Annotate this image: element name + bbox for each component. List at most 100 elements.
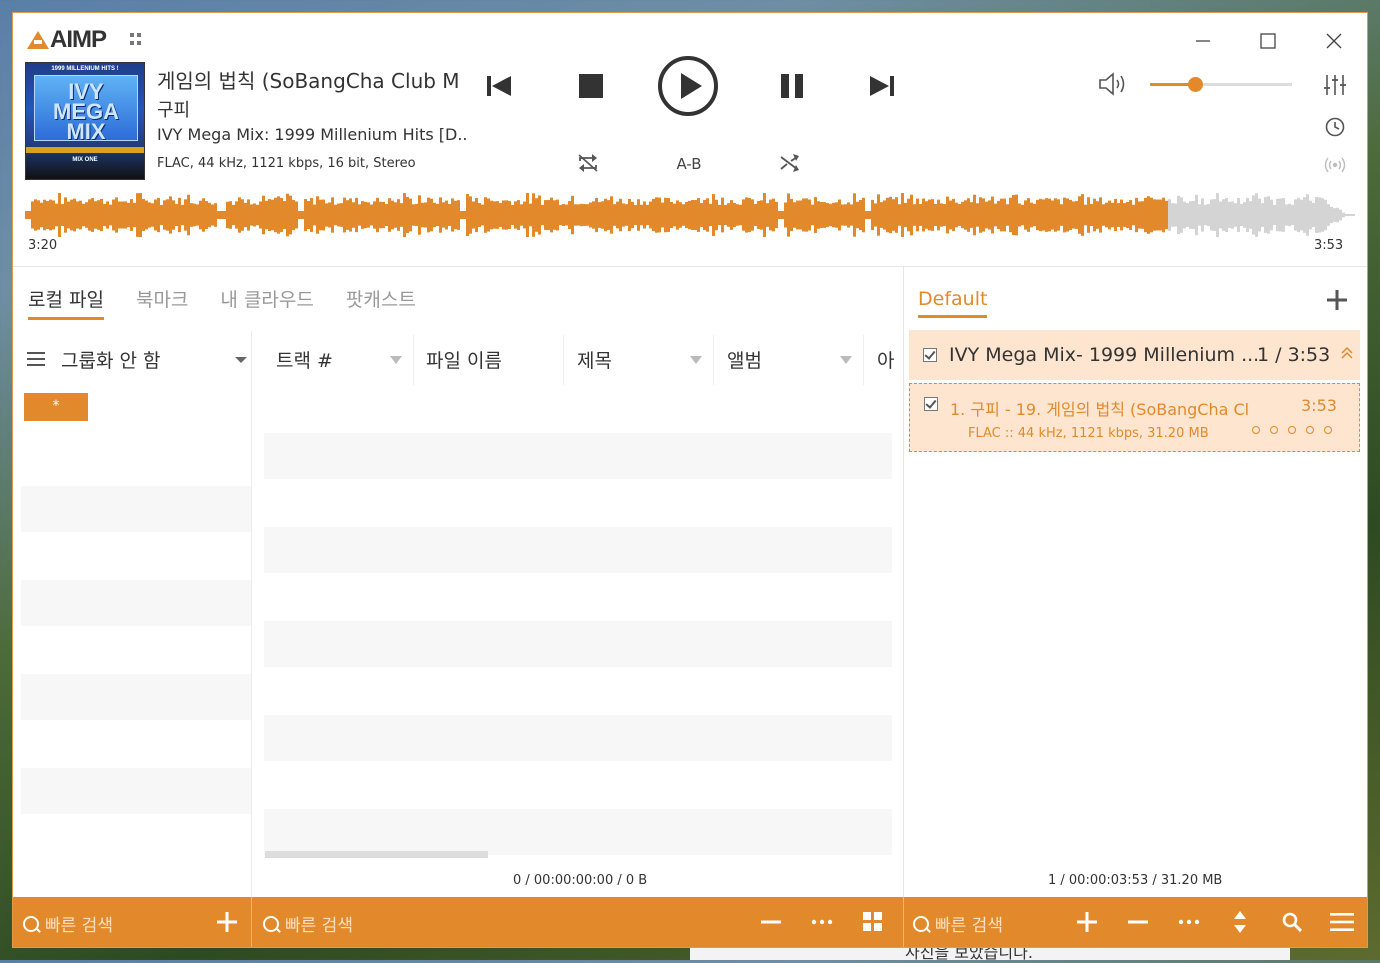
ab-repeat-button[interactable]: A-B	[669, 153, 709, 175]
more-button[interactable]	[810, 910, 834, 934]
toolbar-divider	[251, 897, 252, 947]
waveform-bar	[280, 197, 283, 233]
waveform-bar	[115, 197, 118, 233]
tab-bookmarks[interactable]: 북마크	[136, 285, 188, 320]
volume-button[interactable]	[1098, 71, 1130, 99]
waveform-bar	[784, 202, 787, 228]
waveform-bar	[958, 204, 961, 226]
playlist-more-button[interactable]	[1177, 910, 1201, 934]
equalizer-button[interactable]	[1323, 73, 1347, 97]
view-mode-button[interactable]	[861, 910, 885, 934]
waveform-bar	[1003, 198, 1006, 232]
playlist-search[interactable]: 빠른 검색	[913, 911, 1003, 936]
collapse-icon[interactable]	[1340, 346, 1354, 360]
group-search[interactable]: 빠른 검색	[23, 911, 113, 936]
column-album[interactable]: 앨범	[727, 346, 762, 373]
waveform-bar	[226, 201, 229, 229]
waveform-bar	[1177, 195, 1180, 235]
menu-grip-icon[interactable]	[130, 33, 142, 45]
waveform-bar	[1195, 194, 1198, 236]
grouping-dropdown[interactable]: 그룹화 안 함	[27, 345, 247, 373]
rating-stars[interactable]	[1252, 426, 1332, 434]
waveform-bar	[457, 200, 460, 230]
waveform-bar	[223, 211, 226, 219]
playlist-remove-button[interactable]	[1126, 910, 1150, 934]
waveform-bar	[775, 201, 778, 229]
waveform-bar	[1246, 197, 1249, 233]
remove-button[interactable]	[759, 910, 783, 934]
waveform-bar	[412, 204, 415, 226]
scheduler-button[interactable]	[1323, 115, 1347, 139]
waveform-bar	[1060, 204, 1063, 226]
column-file-name[interactable]: 파일 이름	[426, 346, 502, 373]
column-track-number[interactable]: 트랙 #	[276, 346, 333, 373]
aimp-logo[interactable]: AIMP	[27, 26, 107, 54]
waveform-bar	[562, 204, 565, 226]
playlist-add-button[interactable]	[1075, 910, 1099, 934]
sort-button[interactable]	[1228, 910, 1252, 934]
plus-icon	[217, 912, 237, 932]
volume-knob[interactable]	[1188, 77, 1204, 92]
group-all-item[interactable]: *	[24, 393, 88, 421]
waveform-bar	[556, 199, 559, 231]
library-search[interactable]: 빠른 검색	[263, 911, 353, 936]
volume-slider[interactable]	[1150, 77, 1292, 92]
panel-divider[interactable]	[903, 266, 904, 897]
tab-playlist-default[interactable]: Default	[918, 288, 988, 318]
waveform-bar	[976, 203, 979, 227]
waveform-bar	[1309, 200, 1312, 230]
column-divider[interactable]	[563, 335, 564, 385]
tab-podcasts[interactable]: 팟캐스트	[346, 285, 416, 320]
add-folder-button[interactable]	[215, 910, 239, 934]
waveform-bar	[628, 198, 631, 232]
column-divider[interactable]	[413, 335, 414, 385]
waveform-bar	[316, 196, 319, 234]
filter-icon[interactable]	[390, 356, 402, 364]
filter-icon[interactable]	[690, 356, 702, 364]
waveform-bar	[610, 196, 613, 234]
group-column-divider[interactable]	[251, 331, 252, 897]
play-button[interactable]	[657, 55, 719, 117]
waveform-bar	[397, 199, 400, 231]
add-playlist-button[interactable]	[1326, 289, 1350, 313]
maximize-button[interactable]	[1254, 27, 1282, 55]
playlist-menu-button[interactable]	[1330, 910, 1354, 934]
waveform-bar	[1150, 197, 1153, 233]
minimize-button[interactable]	[1189, 27, 1217, 55]
waveform-bar	[358, 204, 361, 226]
waveform-bar	[1291, 204, 1294, 226]
tab-local-files[interactable]: 로컬 파일	[28, 285, 104, 320]
checkbox[interactable]	[923, 348, 937, 362]
waveform-bar	[616, 201, 619, 229]
hamburger-icon	[27, 352, 45, 366]
waveform-bar	[1048, 198, 1051, 232]
broadcast-button[interactable]	[1323, 153, 1347, 177]
search-placeholder: 빠른 검색	[935, 916, 1003, 936]
album-cover[interactable]: 1999 MILLENIUM HITS ! IVY MEGA MIX MIX O…	[25, 62, 145, 180]
repeat-button[interactable]	[575, 151, 601, 175]
column-divider[interactable]	[713, 335, 714, 385]
pause-button[interactable]	[774, 71, 810, 101]
checkbox[interactable]	[924, 397, 938, 411]
playlist-track-row[interactable]: 1. 구피 - 19. 게임의 법칙 (SoBangCha Club ... 3…	[909, 383, 1360, 452]
tab-my-cloud[interactable]: 내 클라우드	[220, 285, 313, 320]
column-divider[interactable]	[863, 335, 864, 385]
waveform-seekbar[interactable]	[25, 193, 1355, 237]
shuffle-button[interactable]	[777, 151, 803, 175]
waveform-bar	[586, 204, 589, 226]
next-button[interactable]	[864, 71, 900, 101]
waveform-bar	[79, 200, 82, 230]
column-title[interactable]: 제목	[577, 346, 612, 373]
filter-icon[interactable]	[840, 356, 852, 364]
stop-button[interactable]	[573, 71, 609, 101]
find-button[interactable]	[1280, 910, 1304, 934]
previous-button[interactable]	[481, 71, 517, 101]
column-artist[interactable]: 아	[877, 346, 894, 373]
waveform-bar	[1255, 193, 1258, 237]
waveform-bar	[130, 199, 133, 231]
playlist-group-header[interactable]: IVY Mega Mix- 1999 Millenium ... 1 / 3:5…	[909, 330, 1360, 380]
waveform-bar	[1213, 199, 1216, 231]
waveform-bar	[1192, 200, 1195, 230]
close-button[interactable]	[1320, 27, 1348, 55]
horizontal-scrollbar[interactable]	[265, 851, 488, 858]
